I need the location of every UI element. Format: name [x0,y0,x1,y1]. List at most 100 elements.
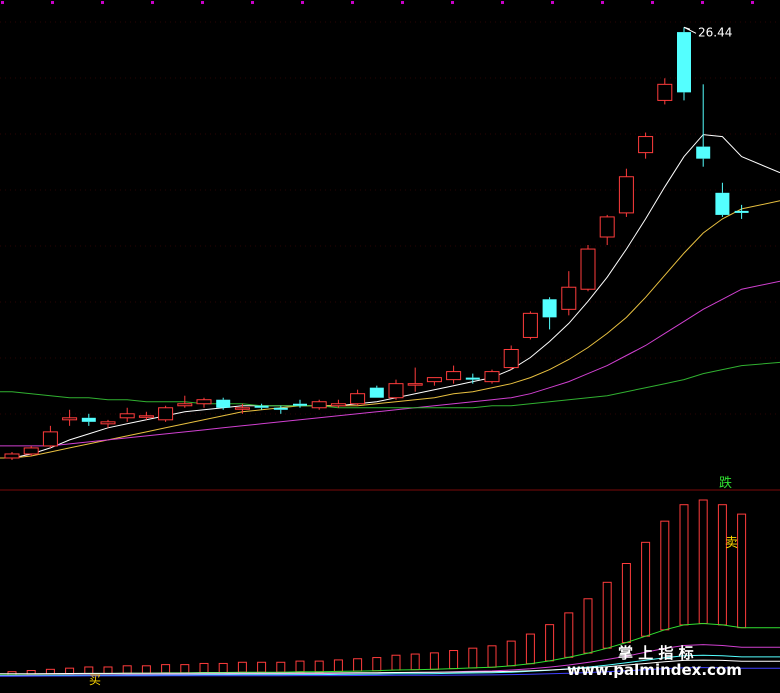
indicator-bar [180,664,190,674]
candle [715,182,730,217]
signal-sell-label: 卖 [725,536,738,551]
candle-body [293,403,307,406]
indicator-bar [621,562,631,644]
candle-body [734,210,749,213]
candle-body [216,399,231,408]
candle-body [138,415,154,418]
candle-body [599,216,615,238]
candle [119,407,135,422]
indicator-bar [641,541,651,637]
ma-line-1 [0,200,780,459]
indicator-bar [679,504,689,626]
candle-body [484,371,500,383]
high-price-label: 26.44 [698,25,732,39]
indicator-bar [545,624,555,662]
indicator-bar [353,658,363,672]
indicator-bar [333,659,343,672]
candle-body [119,413,135,419]
indicator-bar [314,660,324,673]
indicator-bar [141,665,151,674]
candle [503,345,519,370]
candle-body [618,176,634,214]
indicator-bar [103,666,113,675]
candle-body [350,393,366,405]
candle-body [426,377,442,383]
indicator-bar [429,652,439,670]
candle [599,214,615,246]
indicator-bar [525,633,535,665]
candle [677,27,691,101]
top-marker-dot [1,1,4,4]
top-marker-dot [501,1,504,4]
price-grid [0,21,780,415]
indicator-bar [295,660,305,673]
indicator-bar [161,664,171,674]
candle-body [42,431,58,447]
indicator-bar [564,612,574,658]
candle-body [561,286,577,310]
candle-body [81,417,96,422]
top-marker-dot [451,1,454,4]
top-marker-dot [201,1,204,4]
watermark-url: www.palmindex.com [567,661,742,679]
candle [388,379,404,400]
candle [638,132,654,159]
high-marker: 26.44 [683,25,732,39]
moving-average-lines [0,134,780,459]
candle [369,385,384,398]
indicator-bar [468,647,478,669]
candle-body [273,407,288,410]
candle-body [657,83,673,101]
top-marker-dot [351,1,354,4]
indicator-bar [199,662,209,674]
candle [350,389,366,406]
candle-body [677,32,691,93]
candle-body [407,383,423,386]
candle [4,451,20,460]
indicator-bar [737,513,747,629]
candle [196,397,212,408]
watermark-chinese: 掌 上 指 标 [618,644,694,662]
candle-body [177,403,193,407]
candle-body [522,312,538,338]
top-marker-dot [251,1,254,4]
candle-body [254,405,269,408]
candle [657,78,673,105]
candle [62,409,78,426]
indicator-bar [698,499,708,624]
candle [330,399,346,408]
top-marker-dot [401,1,404,4]
candle [522,311,538,340]
candle-body [23,447,39,455]
candle-body [100,421,116,425]
indicator-bar [257,661,267,673]
candle [426,377,442,386]
top-marker-dot [51,1,54,4]
candle-body [158,407,174,421]
candle-body [638,136,654,154]
top-marker-dot [101,1,104,4]
candle [561,271,577,316]
indicator-bar [506,640,516,667]
candlesticks [4,27,749,460]
top-markers [1,1,754,4]
top-marker-dot [301,1,304,4]
indicator-bar [218,662,228,674]
indicator-bar [487,645,497,668]
candle [542,297,557,330]
candle-body [311,401,327,409]
top-marker-dot [151,1,154,4]
indicator-bar [276,661,286,673]
candle-body [234,407,250,410]
candle [234,403,250,414]
candle-body [388,383,404,399]
candle-body [4,453,20,459]
indicator-bar [602,581,612,649]
candle-body [330,403,346,407]
candle [618,168,634,217]
candle [580,245,596,292]
ma-line-2 [0,280,780,447]
candle [23,445,39,456]
signal-die-label: 跌 [719,475,732,491]
candle [446,365,462,384]
